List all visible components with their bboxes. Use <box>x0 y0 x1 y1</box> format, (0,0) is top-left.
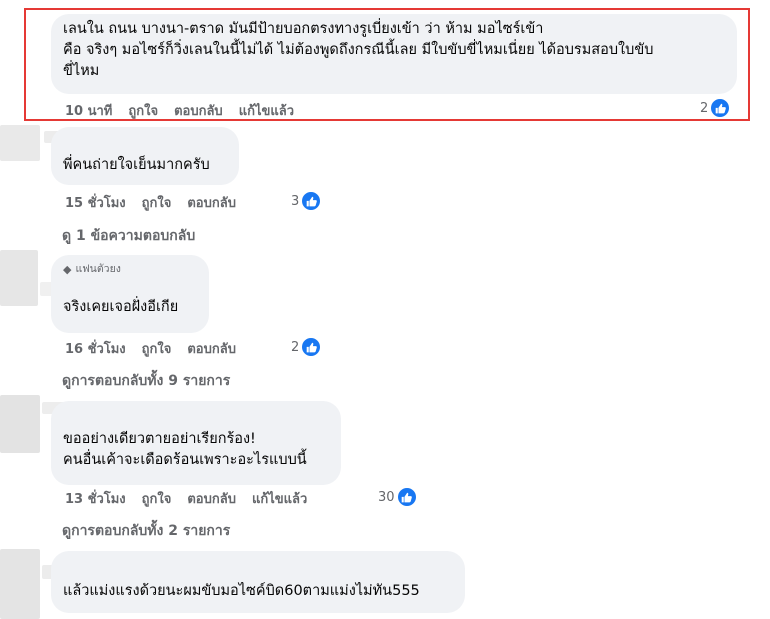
reaction-summary[interactable]: 2 <box>291 337 322 357</box>
highlight-frame <box>24 8 750 121</box>
thumbs-up-icon <box>301 191 322 211</box>
thumbs-up-icon <box>396 487 417 507</box>
reaction-summary[interactable]: 3 <box>291 191 322 211</box>
comment-text-line: ขออย่างเดียวตายอย่าเรียกร้อง! <box>63 431 256 447</box>
avatar[interactable] <box>0 250 38 306</box>
like-button[interactable]: ถูกใจ <box>142 192 172 213</box>
reaction-count: 30 <box>378 489 395 505</box>
comment-actions-3: 16 ชั่วโมง ถูกใจ ตอบกลับ <box>65 338 252 359</box>
like-button[interactable]: ถูกใจ <box>142 338 172 359</box>
reaction-count: 3 <box>291 193 300 209</box>
comment-text-line: แล้วแม่งแรงด้วยนะผมขับมอไซค์บิด60ตามแม่ง… <box>63 583 420 599</box>
like-button[interactable]: ถูกใจ <box>142 488 172 509</box>
gem-icon: ◆ <box>63 262 72 276</box>
view-replies-link[interactable]: ดู 1 ข้อความตอบกลับ <box>62 225 195 247</box>
comment-bubble-4: ขออย่างเดียวตายอย่าเรียกร้อง! คนอื่นเค้า… <box>51 401 341 485</box>
reply-button[interactable]: ตอบกลับ <box>187 338 236 359</box>
comment-text-line: คนอื่นเค้าจะเดือดร้อนเพราะอะไรแบบนี้ <box>63 452 307 468</box>
comment-bubble-3: ◆ แฟนตัวยง จริงเคยเจอฝั่งอีเกีย <box>51 255 209 333</box>
avatar[interactable] <box>0 395 40 453</box>
thumbs-up-icon <box>301 337 322 357</box>
view-replies-link[interactable]: ดูการตอบกลับทั้ง 2 รายการ <box>62 520 230 542</box>
comment-text-line: จริงเคยเจอฝั่งอีเกีย <box>63 299 179 315</box>
avatar[interactable] <box>0 125 40 161</box>
avatar[interactable] <box>0 549 40 619</box>
comment-time[interactable]: 13 ชั่วโมง <box>65 488 126 509</box>
comment-actions-4: 13 ชั่วโมง ถูกใจ ตอบกลับ แก้ไขแล้ว <box>65 488 323 509</box>
top-fan-badge: ◆ แฟนตัวยง <box>63 261 197 277</box>
comment-time[interactable]: 15 ชั่วโมง <box>65 192 126 213</box>
badge-label: แฟนตัวยง <box>75 262 121 275</box>
comment-bubble-5: แล้วแม่งแรงด้วยนะผมขับมอไซค์บิด60ตามแม่ง… <box>51 551 465 613</box>
reply-button[interactable]: ตอบกลับ <box>187 192 236 213</box>
view-replies-link[interactable]: ดูการตอบกลับทั้ง 9 รายการ <box>62 370 230 392</box>
comment-actions-2: 15 ชั่วโมง ถูกใจ ตอบกลับ <box>65 192 252 213</box>
reply-button[interactable]: ตอบกลับ <box>187 488 236 509</box>
reaction-summary[interactable]: 30 <box>378 487 417 507</box>
comment-bubble-2: พี่คนถ่ายใจเย็นมากครับ <box>51 127 239 185</box>
comment-time[interactable]: 16 ชั่วโมง <box>65 338 126 359</box>
reaction-count: 2 <box>291 339 300 355</box>
comment-text-line: พี่คนถ่ายใจเย็นมากครับ <box>63 157 210 173</box>
edited-label[interactable]: แก้ไขแล้ว <box>252 488 307 509</box>
